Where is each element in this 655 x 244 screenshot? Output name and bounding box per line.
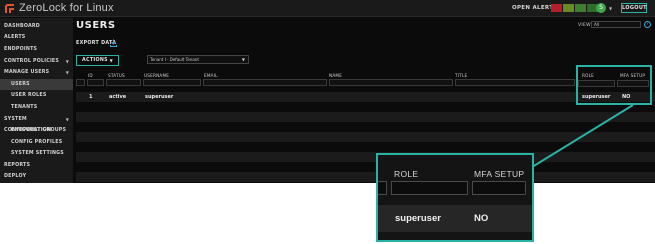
zoom-mfa-value: NO <box>474 213 489 224</box>
zoom-filter-edge <box>378 181 387 195</box>
cell-username[interactable]: superuser <box>145 94 173 100</box>
alert-high-badge[interactable] <box>563 4 574 12</box>
table-row-empty <box>76 152 655 162</box>
sidebar-item-alerts[interactable]: ALERTS <box>0 32 73 43</box>
chevron-down-icon: ▼ <box>109 58 113 63</box>
column-header-status[interactable]: STATUS <box>108 73 125 78</box>
zoom-role-value: superuser <box>395 213 441 224</box>
zoom-role-header: ROLE <box>394 169 419 179</box>
select-all-checkbox[interactable] <box>76 79 85 86</box>
sidebar-item-config-profiles[interactable]: CONFIG PROFILES <box>0 137 73 148</box>
column-header-username[interactable]: USERNAME <box>144 73 169 78</box>
sidebar-item-manage-users[interactable]: MANAGE USERS ▼ <box>0 67 73 78</box>
column-header-email[interactable]: EMAIL <box>204 73 218 78</box>
chevron-down-icon: ▼ <box>65 59 69 64</box>
id-filter-input[interactable] <box>87 79 104 86</box>
cell-status: active <box>109 94 127 100</box>
column-header-title[interactable]: TITLE <box>455 73 467 78</box>
main-content: USERS VIEW All ? EXPORT DATA ACTIONS ▼ T… <box>73 18 655 183</box>
tenant-select[interactable]: Tenant I - Default Tenant ▼ <box>147 55 249 64</box>
sidebar-item-endpoint-groups[interactable]: ENDPOINT GROUPS <box>0 125 73 136</box>
view-label: VIEW <box>578 23 591 28</box>
sidebar-item-endpoints[interactable]: ENDPOINTS <box>0 44 73 55</box>
page-title: USERS <box>76 20 116 31</box>
alert-critical-badge[interactable] <box>551 4 562 12</box>
username-filter-input[interactable] <box>143 79 201 86</box>
sidebar-item-tenants[interactable]: TENANTS <box>0 102 73 113</box>
download-icon[interactable] <box>110 39 117 47</box>
sidebar-item-reports[interactable]: REPORTS <box>0 160 73 171</box>
sidebar-item-deploy[interactable]: DEPLOY <box>0 171 73 182</box>
cell-id: 1 <box>89 94 93 100</box>
email-filter-input[interactable] <box>203 79 327 86</box>
sidebar-item-system-configuration[interactable]: SYSTEM CONFIGURATION ▼ <box>0 114 73 133</box>
app-window: ZeroLock for Linux OPEN ALERTS S ▼ LOGOU… <box>0 0 655 183</box>
user-avatar[interactable]: S <box>596 3 606 13</box>
sidebar: DASHBOARD ALERTS ENDPOINTS CONTROL POLIC… <box>0 18 73 183</box>
sidebar-item-users[interactable]: USERS <box>0 79 73 90</box>
name-filter-input[interactable] <box>329 79 453 86</box>
zoom-callout: ROLE MFA SETUP superuser NO <box>376 153 534 242</box>
sidebar-item-system-settings[interactable]: SYSTEM SETTINGS <box>0 148 73 159</box>
column-header-id[interactable]: ID <box>88 73 93 78</box>
actions-label: ACTIONS <box>82 58 108 63</box>
table-row-empty <box>76 172 655 182</box>
table-row-empty <box>76 132 655 142</box>
zoom-mfa-filter <box>472 181 526 195</box>
chevron-down-icon[interactable]: ▼ <box>609 6 612 11</box>
highlight-frame <box>576 65 652 105</box>
chevron-down-icon: ▼ <box>65 117 69 122</box>
chevron-down-icon: ▼ <box>65 70 69 75</box>
sidebar-item-user-roles[interactable]: USER ROLES <box>0 90 73 101</box>
alert-medium-badge[interactable] <box>575 4 586 12</box>
zerolock-logo-icon <box>5 4 14 13</box>
logout-button[interactable]: LOGOUT <box>621 3 647 13</box>
tenant-value: Tenant I - Default Tenant <box>150 57 199 62</box>
app-title: ZeroLock for Linux <box>19 2 114 14</box>
zoom-role-filter <box>391 181 468 195</box>
title-filter-input[interactable] <box>455 79 575 86</box>
actions-button[interactable]: ACTIONS ▼ <box>76 55 119 66</box>
status-filter-input[interactable] <box>106 79 141 86</box>
sidebar-item-dashboard[interactable]: DASHBOARD <box>0 21 73 32</box>
top-bar: ZeroLock for Linux OPEN ALERTS S ▼ LOGOU… <box>0 0 655 17</box>
chevron-down-icon: ▼ <box>241 57 245 62</box>
sidebar-item-control-policies[interactable]: CONTROL POLICIES ▼ <box>0 56 73 67</box>
view-select[interactable]: All <box>591 21 641 28</box>
zoom-mfa-header: MFA SETUP <box>474 169 525 179</box>
table-row-empty <box>76 112 655 122</box>
column-header-name[interactable]: NAME <box>329 73 342 78</box>
help-icon[interactable]: ? <box>644 21 651 28</box>
